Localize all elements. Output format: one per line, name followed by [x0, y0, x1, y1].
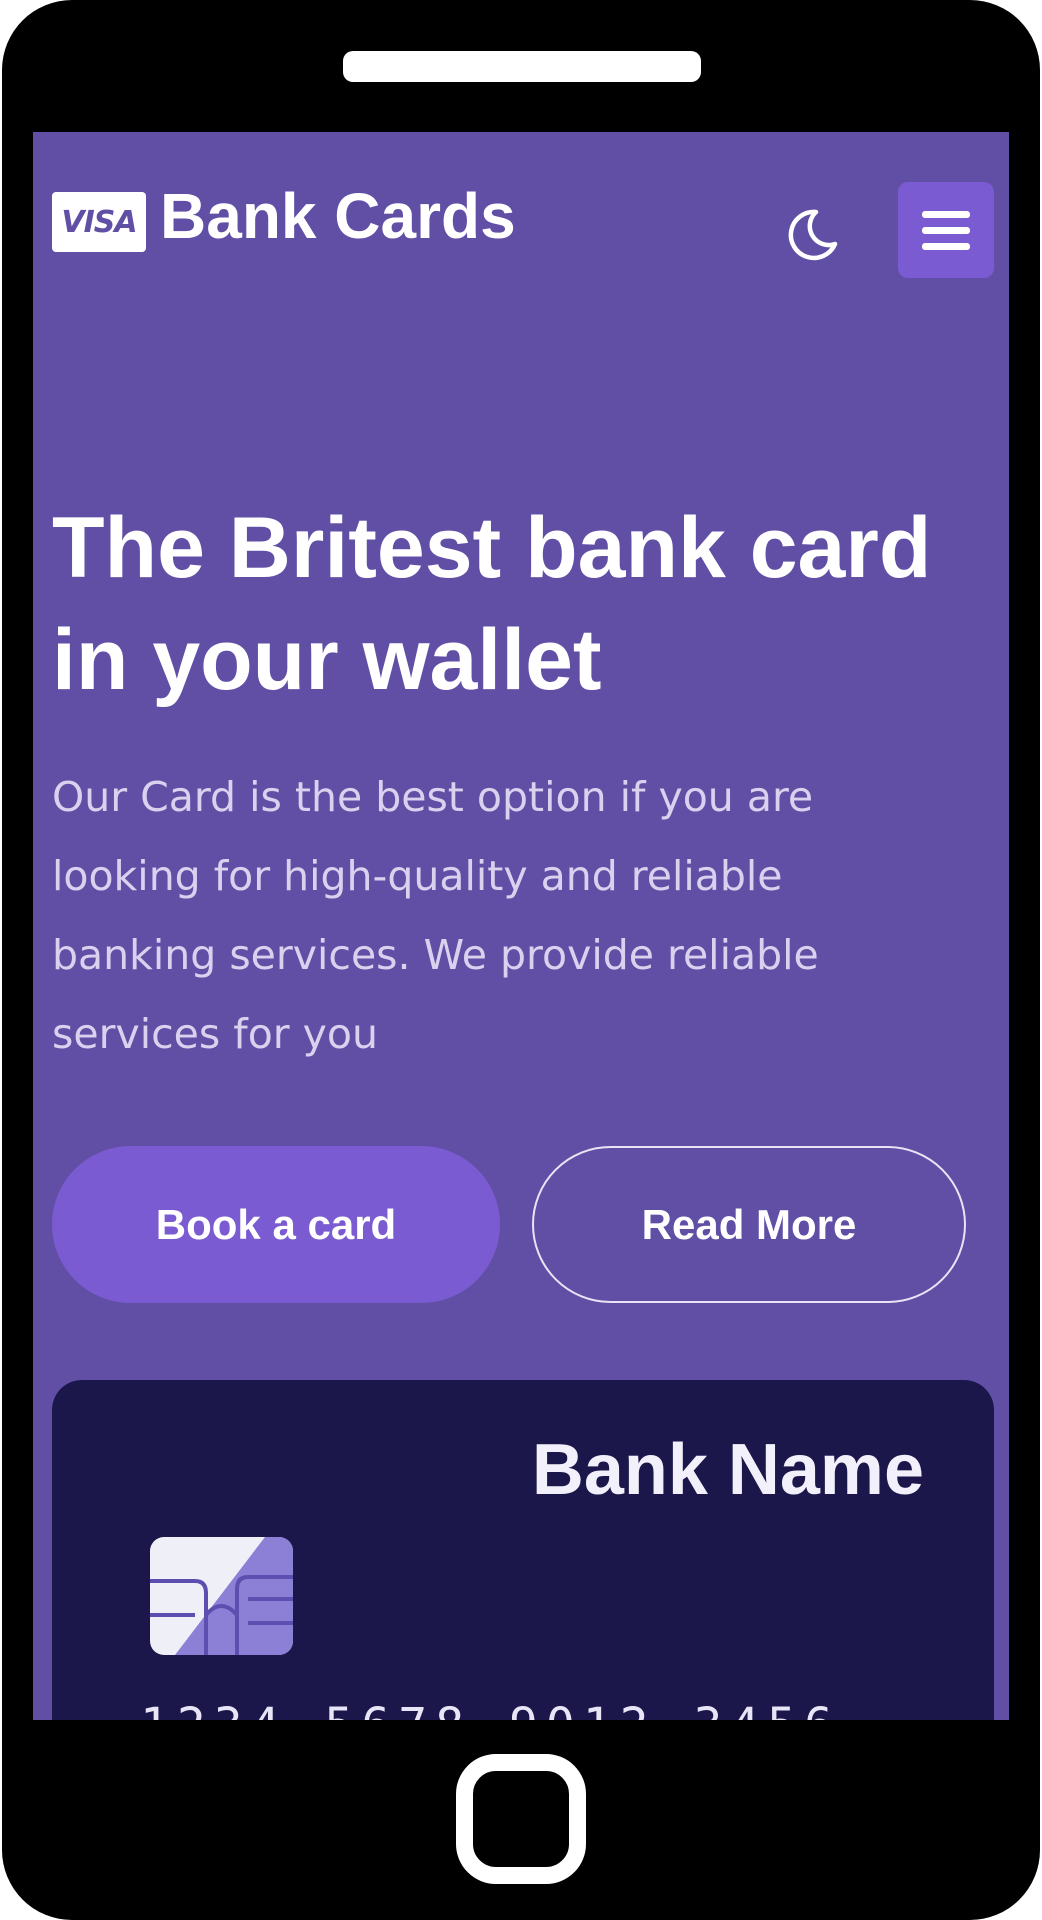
- hamburger-menu-icon: [922, 210, 970, 218]
- bank-name: Bank Name: [531, 1430, 924, 1510]
- read-more-button[interactable]: Read More: [532, 1146, 966, 1303]
- hero-title: The Britest bank card in your wallet: [52, 500, 932, 708]
- phone-speaker: [343, 51, 701, 82]
- header: VISA Bank Cards: [33, 132, 1009, 332]
- brand-title[interactable]: Bank Cards: [160, 184, 516, 248]
- card-chip-icon: [150, 1537, 293, 1655]
- screen: VISA Bank Cards The Britest bank card in…: [33, 132, 1009, 1720]
- visa-logo[interactable]: VISA: [52, 192, 146, 252]
- bank-card: Bank Name: [52, 1380, 994, 1720]
- book-a-card-button[interactable]: Book a card: [52, 1146, 500, 1303]
- hero-description: Our Card is the best option if you are l…: [52, 773, 819, 1058]
- phone-frame: VISA Bank Cards The Britest bank card in…: [2, 0, 1040, 1920]
- moon-icon: [788, 209, 838, 261]
- card-number: 1234 5678 9012 3456: [140, 1698, 900, 1720]
- theme-toggle-button[interactable]: [781, 204, 843, 266]
- hamburger-menu-icon-bar: [922, 242, 970, 250]
- menu-button[interactable]: [898, 182, 994, 278]
- visa-logo-text: VISA: [61, 204, 137, 240]
- home-button[interactable]: [456, 1754, 586, 1884]
- hamburger-menu-icon-bar: [922, 226, 970, 234]
